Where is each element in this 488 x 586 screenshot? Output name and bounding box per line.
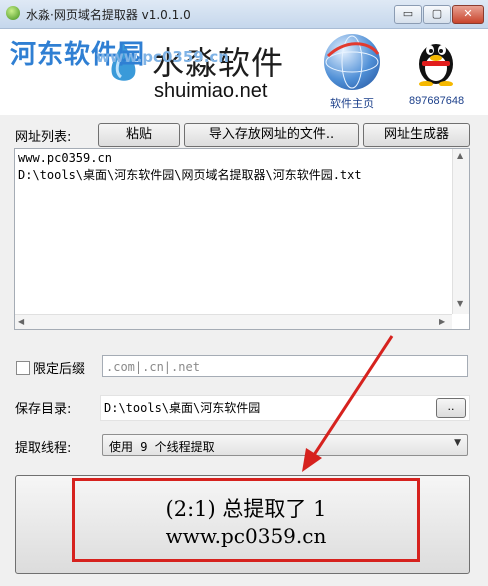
import-file-button[interactable]: 导入存放网址的文件.. bbox=[184, 123, 359, 147]
vertical-scrollbar[interactable]: ▲ ▼ bbox=[452, 149, 469, 314]
suffix-label: 限定后缀 bbox=[33, 362, 86, 377]
chevron-down-icon[interactable]: ▼ bbox=[454, 438, 461, 448]
scroll-right-icon[interactable]: ▶ bbox=[439, 317, 445, 326]
url-generator-button[interactable]: 网址生成器 bbox=[363, 123, 470, 147]
threads-selected-value: 使用 9 个线程提取 bbox=[109, 440, 215, 454]
qq-number-link[interactable]: 897687648 bbox=[409, 95, 464, 107]
scroll-down-icon[interactable]: ▼ bbox=[457, 299, 463, 308]
url-list-textarea[interactable]: www.pc0359.cn D:\tools\桌面\河东软件园\网页域名提取器\… bbox=[14, 148, 470, 330]
scroll-up-icon[interactable]: ▲ bbox=[457, 151, 463, 160]
status-summary: (2:1) 总提取了 1 bbox=[165, 497, 327, 521]
threads-label: 提取线程: bbox=[15, 441, 72, 456]
qq-penguin-icon[interactable] bbox=[414, 34, 458, 86]
app-icon bbox=[6, 6, 20, 20]
home-page-link[interactable]: 软件主页 bbox=[330, 95, 374, 111]
scroll-left-icon[interactable]: ◀ bbox=[18, 317, 24, 326]
url-line: www.pc0359.cn bbox=[18, 151, 112, 165]
threads-select[interactable]: 使用 9 个线程提取 ▼ bbox=[102, 434, 468, 456]
paste-button[interactable]: 粘贴 bbox=[98, 123, 180, 147]
save-directory-label: 保存目录: bbox=[15, 402, 72, 417]
close-button[interactable]: ✕ bbox=[452, 5, 484, 24]
brand-url: shuimiao.net bbox=[154, 80, 268, 102]
window-title: 水淼·网页域名提取器 v1.0.1.0 bbox=[26, 8, 191, 22]
watermark-url: www.pc0359.cn bbox=[96, 48, 229, 66]
suffix-checkbox[interactable] bbox=[16, 361, 30, 375]
url-list-label: 网址列表: bbox=[15, 130, 72, 145]
suffix-input[interactable]: .com|.cn|.net bbox=[102, 355, 468, 377]
browse-button[interactable]: .. bbox=[436, 398, 466, 418]
horizontal-scrollbar[interactable]: ◀ ▶ bbox=[15, 314, 452, 329]
status-current-url: www.pc0359.cn bbox=[165, 524, 327, 548]
maximize-button[interactable]: ▢ bbox=[423, 5, 451, 24]
save-directory-value: D:\tools\桌面\河东软件园 bbox=[104, 401, 261, 415]
url-line: D:\tools\桌面\河东软件园\网页域名提取器\河东软件园.txt bbox=[18, 168, 362, 182]
globe-icon[interactable] bbox=[324, 34, 380, 90]
minimize-button[interactable]: ▭ bbox=[394, 5, 422, 24]
